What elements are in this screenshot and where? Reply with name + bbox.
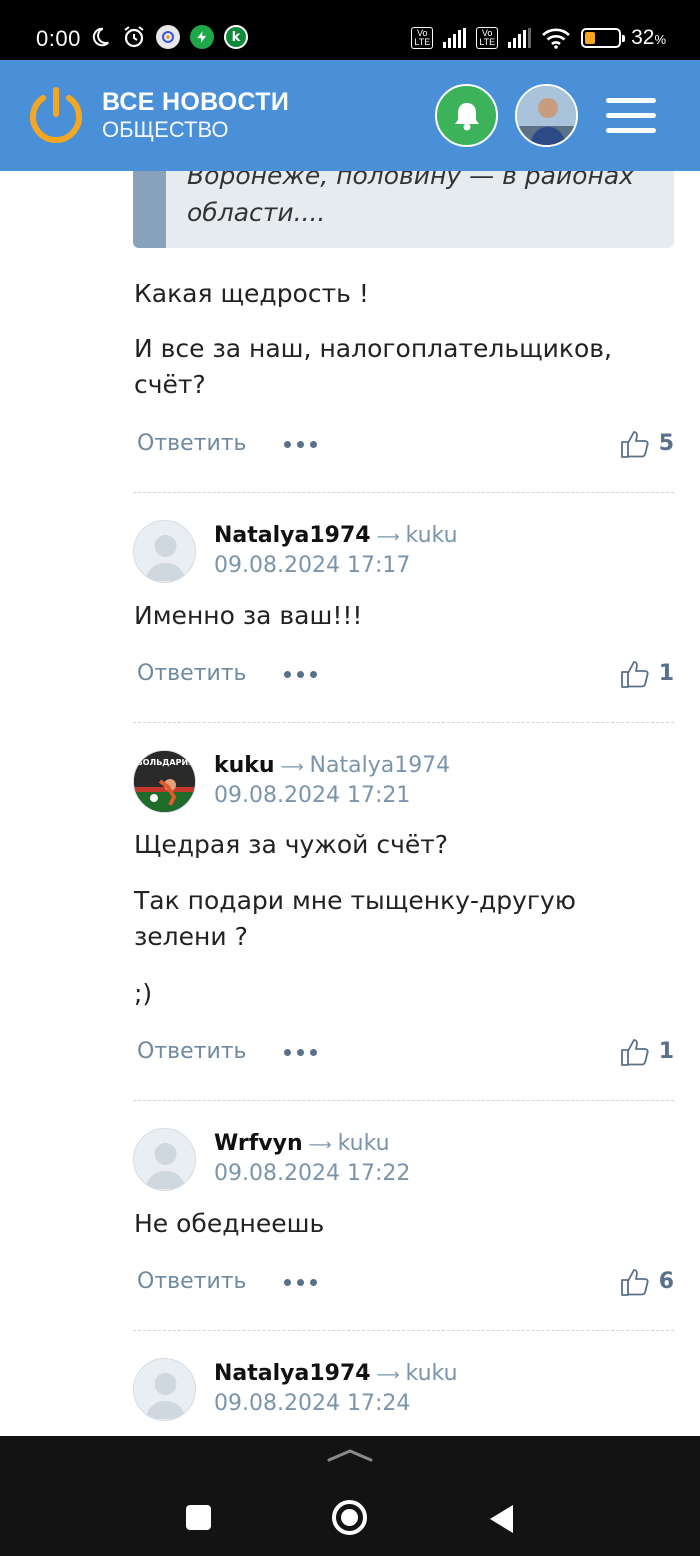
reply-to-user[interactable]: kuku — [406, 1361, 458, 1386]
comment-text: Щедрая за чужой счёт? — [134, 830, 449, 859]
thumbs-up-icon — [620, 431, 649, 458]
reply-arrow: ⟶ — [308, 1135, 332, 1154]
comment-text: ;) — [134, 979, 153, 1008]
reply-arrow: ⟶ — [376, 1365, 400, 1384]
like-button[interactable]: 1 — [619, 1032, 674, 1072]
recents-button[interactable] — [186, 1505, 211, 1530]
comment-text: Какая щедрость ! — [134, 279, 369, 308]
comment-meta: Natalya1974 ⟶ kuku 09.08.2024 17:17 — [214, 521, 458, 581]
chevron-up-icon[interactable] — [327, 1448, 373, 1462]
status-icons-right: Vo LTE Vo LTE 32% — [411, 26, 666, 50]
comment-divider — [133, 492, 674, 493]
comment-date[interactable]: 09.08.2024 17:21 — [214, 781, 450, 811]
like-count: 1 — [658, 1039, 674, 1064]
reply-button[interactable]: Ответить — [137, 1262, 247, 1302]
comment-divider — [133, 722, 674, 723]
comment-author[interactable]: kuku — [214, 753, 275, 778]
wifi-icon — [542, 28, 570, 49]
reply-arrow: ⟶ — [280, 757, 304, 776]
alarm-icon — [122, 25, 146, 49]
more-options-icon[interactable] — [284, 441, 317, 448]
more-options-icon[interactable] — [284, 671, 317, 678]
reply-arrow: ⟶ — [376, 527, 400, 546]
like-button[interactable]: 5 — [619, 424, 674, 464]
comment-text: И все за наш, налогоплательщиков, счёт? — [134, 334, 612, 399]
battery-icon — [581, 28, 626, 48]
comment-actions: Ответить 1 — [137, 1032, 674, 1072]
avatar[interactable]: ВОЛЬДАРИЯ — [133, 750, 196, 813]
reply-to-user[interactable]: Natalya1974 — [310, 753, 451, 778]
comment-date[interactable]: 09.08.2024 17:24 — [214, 1389, 458, 1419]
reply-button[interactable]: Ответить — [137, 424, 247, 464]
like-count: 5 — [658, 431, 674, 456]
comment-date[interactable]: 09.08.2024 17:22 — [214, 1159, 410, 1189]
back-button[interactable] — [487, 1503, 515, 1535]
power-logo-icon[interactable] — [26, 84, 86, 144]
section-title: ОБЩЕСТВО — [102, 117, 229, 142]
reply-to-user[interactable]: kuku — [338, 1131, 390, 1156]
status-time: 0:00 — [36, 26, 81, 51]
comment-meta: kuku ⟶ Natalya1974 09.08.2024 17:21 — [214, 751, 450, 811]
like-button[interactable]: 6 — [619, 1262, 674, 1302]
system-nav-bar — [0, 1436, 700, 1556]
comment-text: Именно за ваш!!! — [134, 601, 363, 630]
status-bar: 0:00 k Vo LTE Vo LTE 32% — [0, 0, 700, 60]
site-title: ВСЕ НОВОСТИ — [102, 88, 290, 116]
more-options-icon[interactable] — [284, 1049, 317, 1056]
volte-badge: Vo LTE — [411, 27, 434, 49]
bell-icon — [454, 102, 479, 130]
comment-actions: Ответить 1 — [137, 654, 674, 694]
comment-text: Так подари мне тыщенку-другую зелени ? — [134, 886, 576, 951]
comment-actions: Ответить 5 — [137, 424, 674, 464]
notifications-button[interactable] — [435, 84, 498, 147]
k-app-icon: k — [224, 25, 248, 49]
comment-author[interactable]: Natalya1974 — [214, 523, 371, 548]
user-avatar[interactable] — [515, 84, 578, 147]
thumbs-up-icon — [620, 661, 649, 688]
brand[interactable]: ВСЕ НОВОСТИ ОБЩЕСТВО — [102, 88, 289, 143]
home-button[interactable] — [332, 1500, 367, 1535]
comment-date[interactable]: 09.08.2024 17:17 — [214, 551, 458, 581]
shield-app-icon — [190, 25, 214, 49]
more-options-icon[interactable] — [284, 1279, 317, 1286]
thumbs-up-icon — [620, 1269, 649, 1296]
comment-divider — [133, 1100, 674, 1101]
comment-actions: Ответить 6 — [137, 1262, 674, 1302]
comment-text: Не обеднеешь — [134, 1209, 325, 1238]
moon-icon — [88, 25, 112, 49]
comment-meta: Wrfvyn ⟶ kuku 09.08.2024 17:22 — [214, 1129, 410, 1189]
signal-icon — [443, 28, 467, 48]
comment-author[interactable]: Natalya1974 — [214, 1361, 371, 1386]
reply-button[interactable]: Ответить — [137, 654, 247, 694]
like-count: 6 — [658, 1269, 674, 1294]
mail-app-icon — [156, 25, 180, 49]
avatar[interactable] — [133, 520, 196, 583]
signal-icon-2 — [508, 28, 532, 48]
quote-text: Воронеже, половину — в районах области..… — [187, 171, 634, 227]
like-count: 1 — [658, 661, 674, 686]
like-button[interactable]: 1 — [619, 654, 674, 694]
menu-button[interactable] — [606, 98, 656, 134]
comment-meta: Natalya1974 ⟶ kuku 09.08.2024 17:24 — [214, 1359, 458, 1419]
comment-divider — [133, 1330, 674, 1331]
battery-percent: 32% — [631, 26, 666, 49]
svg-text:ВОЛЬДАРИЯ: ВОЛЬДАРИЯ — [137, 758, 195, 767]
reply-button[interactable]: Ответить — [137, 1032, 247, 1072]
app-header: ВСЕ НОВОСТИ ОБЩЕСТВО — [0, 60, 700, 171]
thumbs-up-icon — [620, 1039, 649, 1066]
comment-author[interactable]: Wrfvyn — [214, 1131, 303, 1156]
reply-to-user[interactable]: kuku — [406, 523, 458, 548]
avatar[interactable] — [133, 1128, 196, 1191]
avatar[interactable] — [133, 1358, 196, 1421]
volte-badge-2: Vo LTE — [476, 27, 499, 49]
status-icons-left: k — [88, 25, 248, 49]
quoted-text: Воронеже, половину — в районах области..… — [133, 171, 674, 248]
